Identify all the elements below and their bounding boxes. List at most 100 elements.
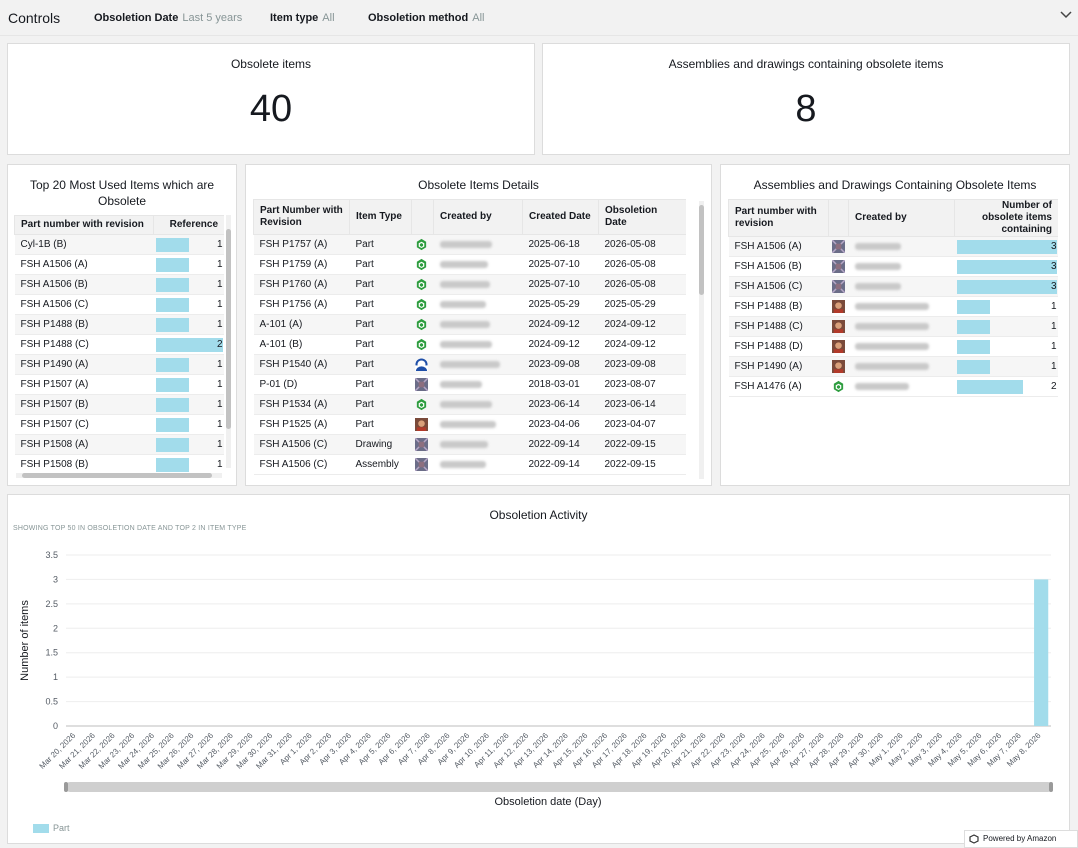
table-row[interactable]: FSH A1506 (A) 3 [728,236,1058,257]
assemblies-visual: Assemblies and Drawings Containing Obsol… [720,164,1070,486]
part-number-cell: FSH A1506 (A) [14,254,154,275]
table-row[interactable]: FSH P1760 (A) Part 2025-07-10 2026-05-08 [253,274,686,295]
part-number-cell: FSH P1507 (C) [14,414,154,435]
item-type-cell: Part [349,394,412,415]
chevron-down-icon[interactable] [1058,6,1074,22]
table-row[interactable]: FSH P1488 (B) 1 [728,296,1058,317]
chart-legend[interactable]: Part [33,823,70,834]
details-table-wrap: Part Number with Revision Item Type Crea… [253,199,686,481]
created-date-cell: 2024-09-12 [522,334,599,355]
redacted-name [854,262,901,270]
green-hex-icon [416,338,426,351]
obsolete-count-cell: 1 [954,336,1058,357]
table-row[interactable]: FSH A1506 (A) 1 [14,254,224,275]
avatar-cell [828,376,849,397]
col-header[interactable]: Created by [848,199,955,237]
table-row[interactable]: FSH A1506 (C) 1 [14,294,224,315]
table-row[interactable]: FSH P1488 (C) 2 [14,334,224,355]
table-row[interactable]: FSH P1534 (A) Part 2023-06-14 2023-06-14 [253,394,686,415]
reference-cell: 1 [153,434,224,455]
table-row[interactable]: FSH P1488 (C) 1 [728,316,1058,337]
item-type-cell: Part [349,294,412,315]
visual-title: Obsolete Items Details [418,178,539,192]
filter-obsoletion-method[interactable]: Obsoletion method All [368,12,484,24]
vertical-scrollbar[interactable] [226,215,231,468]
table-row[interactable]: FSH P1507 (A) 1 [14,374,224,395]
y-tick-label: 2.5 [45,599,58,609]
table-row[interactable]: FSH P1540 (A) Part 2023-09-08 2023-09-08 [253,354,686,375]
green-hex-icon [416,278,426,291]
reference-bar-fill [155,437,189,452]
scrollbar-handle-right[interactable] [1049,782,1053,792]
avatar-cell [411,314,434,335]
col-header[interactable]: Part number with revision [728,199,829,237]
part-number-cell: FSH A1506 (C) [253,454,350,475]
kpi-assemblies: Assemblies and drawings containing obsol… [542,43,1070,155]
table-row[interactable]: FSH A1506 (B) 3 [728,256,1058,277]
table-row[interactable]: A-101 (A) Part 2024-09-12 2024-09-12 [253,314,686,335]
face-avatar-icon [414,418,428,431]
reference-cell: 1 [153,454,224,473]
table-row[interactable]: FSH P1490 (A) 1 [728,356,1058,377]
created-by-cell [433,234,523,255]
table-row[interactable]: FSH A1506 (C) 3 [728,276,1058,297]
reference-value: 1 [216,438,223,450]
reference-bar: 1 [155,257,223,272]
redacted-name [439,340,492,348]
part-number-cell: FSH A1476 (A) [728,376,829,397]
table-row[interactable]: Cyl-1B (B) 1 [14,234,224,255]
col-header[interactable]: Created Date [522,199,599,235]
obsolete-count-bar: 1 [956,359,1057,374]
table-row[interactable]: FSH P1757 (A) Part 2025-06-18 2026-05-08 [253,234,686,255]
table-row[interactable]: FSH A1476 (A) 2 [728,376,1058,397]
filter-item-type[interactable]: Item type All [270,12,335,24]
table-row[interactable]: FSH A1506 (C) Drawing 2022-09-14 2022-09-15 [253,434,686,455]
col-header[interactable] [411,199,434,235]
col-header[interactable]: Created by [433,199,523,235]
table-row[interactable]: FSH P1508 (A) 1 [14,434,224,455]
part-number-cell: FSH A1506 (C) [253,434,350,455]
person-avatar-icon [414,358,428,371]
obsolete-count-value: 3 [1050,260,1057,272]
table-row[interactable]: FSH A1506 (B) 1 [14,274,224,295]
table-row[interactable]: FSH P1507 (C) 1 [14,414,224,435]
part-number-cell: FSH P1488 (B) [14,314,154,335]
redacted-name [854,322,929,330]
table-row[interactable]: FSH A1506 (C) Assembly 2022-09-14 2022-09-1… [253,454,686,475]
reference-bar: 1 [155,437,223,452]
table-row[interactable]: FSH P1756 (A) Part 2025-05-29 2025-05-29 [253,294,686,315]
col-header[interactable] [828,199,849,237]
col-header[interactable]: Item Type [349,199,412,235]
obsolete-count-value: 1 [1050,360,1057,372]
reference-cell: 1 [153,294,224,315]
created-by-cell [433,454,523,475]
green-hex-icon [416,318,426,331]
table-row[interactable]: FSH P1759 (A) Part 2025-07-10 2026-05-08 [253,254,686,275]
table-row[interactable]: FSH P1488 (D) 1 [728,336,1058,357]
col-header[interactable]: Obsoletion Date [598,199,686,235]
horizontal-scrollbar[interactable] [16,473,222,478]
col-header[interactable]: Number of obsolete items containing [954,199,1058,237]
table-row[interactable]: FSH P1508 (B) 1 [14,454,224,473]
filter-obsoletion-date[interactable]: Obsoletion Date Last 5 years [94,12,242,24]
col-header[interactable]: Part Number with Revision [253,199,350,235]
table-row[interactable]: FSH P1507 (B) 1 [14,394,224,415]
col-header[interactable]: Reference [153,215,224,235]
reference-cell: 1 [153,314,224,335]
avatar-cell [411,374,434,395]
table-row[interactable]: A-101 (B) Part 2024-09-12 2024-09-12 [253,334,686,355]
obsolete-count-cell: 3 [954,276,1058,297]
part-number-cell: FSH P1540 (A) [253,354,350,375]
vertical-scrollbar[interactable] [699,201,704,479]
scrollbar-handle-left[interactable] [64,782,68,792]
table-row[interactable]: FSH P1488 (B) 1 [14,314,224,335]
table-row[interactable]: FSH P1490 (A) 1 [14,354,224,375]
obsolete-count-bar: 3 [956,259,1057,274]
reference-value: 1 [216,418,223,430]
table-row[interactable]: P-01 (D) Part 2018-03-01 2023-08-07 [253,374,686,395]
avatar-cell [411,454,434,475]
col-header[interactable]: Part number with revision [14,215,154,235]
table-row[interactable]: FSH P1525 (A) Part 2023-04-06 2023-04-07 [253,414,686,435]
green-hex-icon [416,238,426,251]
chart-scrollbar[interactable] [65,782,1053,792]
